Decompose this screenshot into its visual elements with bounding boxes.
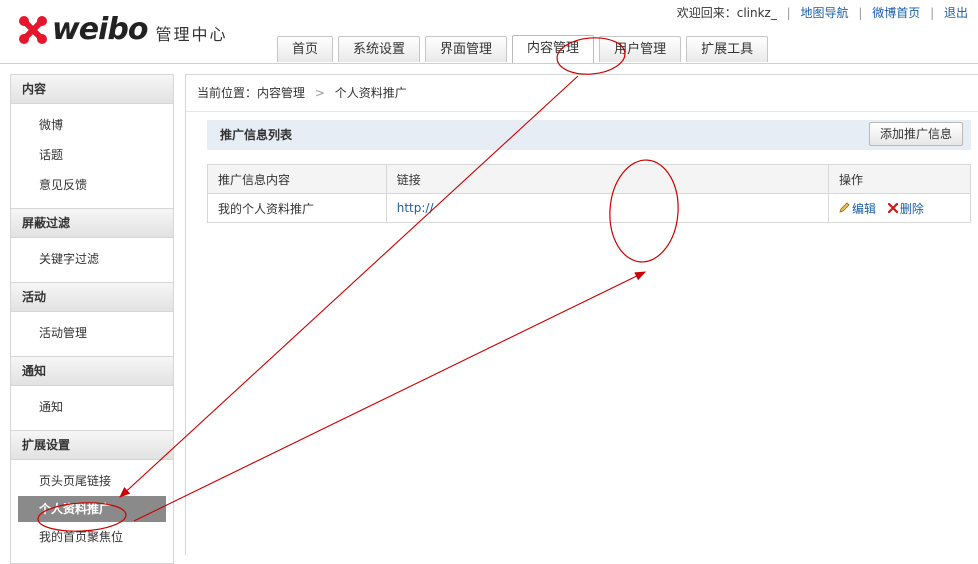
tab-system-settings[interactable]: 系统设置 [338,36,421,62]
list-header: 推广信息列表 添加推广信息 [207,120,971,150]
tab-extension-tools[interactable]: 扩展工具 [686,36,769,62]
cell-actions: 编辑 删除 [828,193,971,223]
sitemap-link[interactable]: 地图导航 [801,6,849,20]
column-header-content: 推广信息内容 [207,164,387,194]
sidebar-item-keyword-filter[interactable]: 关键字过滤 [11,244,173,274]
pencil-icon [839,202,850,216]
delete-link[interactable]: 删除 [900,202,924,216]
table-row: 我的个人资料推广 http:// 编辑 删除 [207,193,971,223]
sidebar-group-title: 屏蔽过滤 [11,208,173,238]
sidebar-group-extension-settings: 扩展设置 页头页尾链接 个人资料推广 我的首页聚焦位 [11,430,173,560]
list-title: 推广信息列表 [220,128,293,142]
weibo-logo-icon [19,16,47,44]
sidebar-group-filter: 屏蔽过滤 关键字过滤 [11,208,173,282]
sidebar-item-notice[interactable]: 通知 [11,392,173,422]
sidebar-item-feedback[interactable]: 意见反馈 [11,170,173,200]
breadcrumb-arrow-icon: > [314,86,325,100]
logout-link[interactable]: 退出 [944,6,968,20]
cell-content: 我的个人资料推广 [207,193,387,223]
table-header-row: 推广信息内容 链接 操作 [207,164,971,194]
sidebar-item-header-footer-links[interactable]: 页头页尾链接 [11,466,173,496]
breadcrumb-prefix: 当前位置：内容管理 [197,86,306,100]
breadcrumb-current: 个人资料推广 [334,86,407,100]
main-content: 当前位置：内容管理 > 个人资料推广 推广信息列表 添加推广信息 推广信息内容 … [185,74,978,555]
column-header-link: 链接 [385,164,830,194]
sidebar: 内容 微博 话题 意见反馈 屏蔽过滤 关键字过滤 活动 活动管理 通知 通知 扩… [10,74,174,564]
main-tabs: 首页 系统设置 界面管理 内容管理 用户管理 扩展工具 [277,35,773,63]
edit-link[interactable]: 编辑 [852,202,876,216]
welcome-text: 欢迎回来：clinkz_ [676,6,777,20]
delete-x-icon [887,202,898,216]
logo-subtitle: 管理中心 [155,25,228,44]
promotion-link[interactable]: http:// [397,201,434,215]
add-promotion-button[interactable]: 添加推广信息 [868,122,963,146]
sidebar-group-title: 活动 [11,282,173,312]
top-links: 欢迎回来：clinkz_ | 地图导航 | 微博首页 | 退出 [677,4,968,21]
sidebar-item-homepage-focus[interactable]: 我的首页聚焦位 [11,522,173,552]
sidebar-group-title: 内容 [11,75,173,104]
divider: | [930,6,935,20]
sidebar-group-content: 内容 微博 话题 意见反馈 [11,75,173,208]
header: weibo 管理中心 欢迎回来：clinkz_ | 地图导航 | 微博首页 | … [0,0,978,64]
sidebar-group-notice: 通知 通知 [11,356,173,430]
sidebar-item-activity-management[interactable]: 活动管理 [11,318,173,348]
tab-content-management[interactable]: 内容管理 [512,35,595,63]
logo-text: weibo [52,11,148,47]
tab-interface-management[interactable]: 界面管理 [425,36,508,62]
logo[interactable]: weibo 管理中心 [18,12,227,48]
sidebar-group-title: 通知 [11,356,173,386]
sidebar-group-title: 扩展设置 [11,430,173,460]
weibo-home-link[interactable]: 微博首页 [872,6,920,20]
promotion-table: 推广信息内容 链接 操作 我的个人资料推广 http:// 编辑 删除 [207,164,971,223]
sidebar-item-profile-promotion[interactable]: 个人资料推广 [18,496,166,522]
sidebar-item-topics[interactable]: 话题 [11,140,173,170]
tab-user-management[interactable]: 用户管理 [599,36,682,62]
tab-home[interactable]: 首页 [277,36,334,62]
sidebar-item-weibo[interactable]: 微博 [11,110,173,140]
breadcrumb: 当前位置：内容管理 > 个人资料推广 [186,75,978,112]
column-header-actions: 操作 [828,164,971,194]
divider: | [786,6,791,20]
divider: | [858,6,863,20]
cell-link: http:// [385,193,830,223]
sidebar-group-activity: 活动 活动管理 [11,282,173,356]
